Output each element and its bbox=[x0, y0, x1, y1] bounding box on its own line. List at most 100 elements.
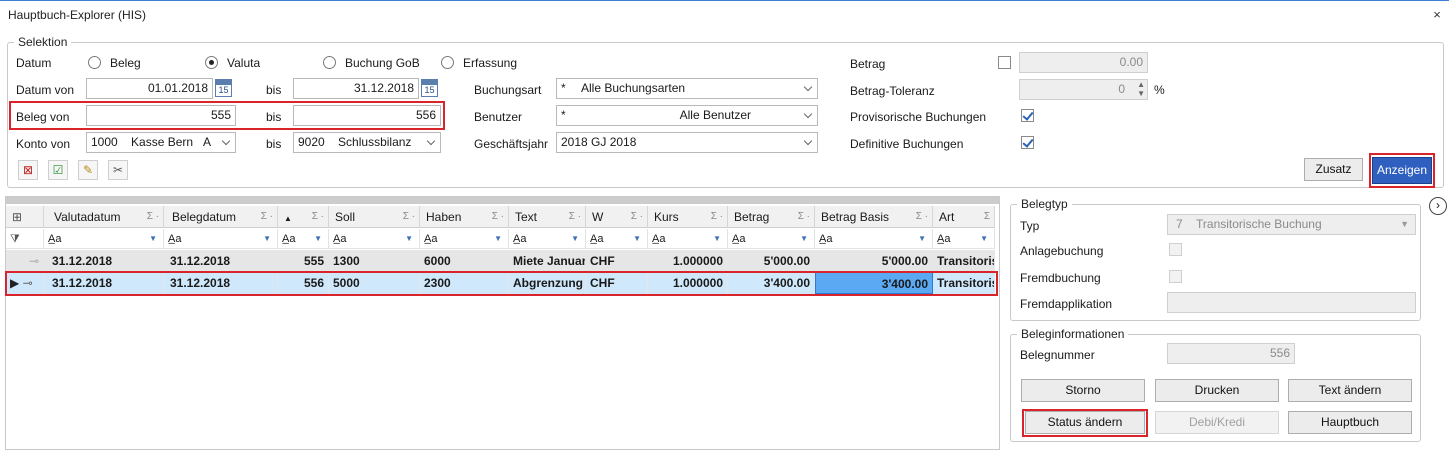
radio-erfassung-label[interactable]: Erfassung bbox=[463, 56, 517, 70]
col-betrag[interactable]: Betrag Σ · bbox=[728, 206, 815, 228]
hauptbuch-button[interactable]: Hauptbuch bbox=[1288, 411, 1412, 434]
col-betrag-basis[interactable]: Betrag Basis Σ · bbox=[815, 206, 933, 228]
cell-art[interactable]: Transitoris bbox=[933, 250, 995, 272]
sum-pin-icon[interactable]: Σ · bbox=[916, 206, 928, 227]
col-valutadatum[interactable]: Valutadatum Σ · bbox=[44, 206, 164, 228]
status-aendern-button[interactable]: Status ändern bbox=[1025, 411, 1145, 434]
geschaeftsjahr-value: 2018 GJ 2018 bbox=[561, 135, 637, 149]
column-chooser-icon[interactable]: ⊞ bbox=[6, 206, 44, 228]
col-soll[interactable]: Soll Σ · bbox=[329, 206, 420, 228]
anzeigen-button[interactable]: Anzeigen bbox=[1372, 157, 1432, 184]
sum-pin-icon[interactable]: Σ · bbox=[312, 206, 324, 227]
select-all-icon[interactable]: ☑ bbox=[48, 160, 68, 180]
filter-kurs[interactable]: A̲a ▼ bbox=[648, 229, 728, 249]
belegtyp-group-label: Belegtyp bbox=[1017, 197, 1072, 211]
filter-beleg[interactable]: A̲a ▼ bbox=[278, 229, 329, 249]
benutzer-dropdown[interactable]: * Alle Benutzer bbox=[556, 105, 818, 126]
calendar-icon[interactable]: 15 bbox=[215, 79, 232, 97]
cell-w[interactable]: CHF bbox=[586, 250, 648, 272]
sum-pin-icon[interactable]: Σ · bbox=[798, 206, 810, 227]
fremdbuchung-checkbox[interactable] bbox=[1169, 270, 1182, 283]
chevron-right-icon[interactable]: › bbox=[1429, 197, 1447, 215]
beleg-bis-field[interactable]: 556 bbox=[293, 105, 441, 126]
filter-haben[interactable]: A̲a ▼ bbox=[420, 229, 509, 249]
datum-von-field[interactable]: 01.01.2018 bbox=[86, 78, 213, 99]
belegnummer-field[interactable]: 556 bbox=[1167, 343, 1295, 364]
radio-beleg[interactable] bbox=[88, 56, 101, 69]
sum-icon[interactable]: Σ bbox=[984, 206, 990, 227]
radio-valuta[interactable] bbox=[205, 56, 218, 69]
buchungsart-label: Buchungsart bbox=[474, 83, 542, 97]
tools-icon[interactable]: ✂ bbox=[108, 160, 128, 180]
close-icon[interactable]: × bbox=[1431, 8, 1443, 21]
zusatz-button[interactable]: Zusatz bbox=[1304, 158, 1363, 181]
provisorische-checkbox[interactable] bbox=[1021, 109, 1034, 122]
filter-betrag-basis[interactable]: A̲a ▼ bbox=[815, 229, 933, 249]
cell-betrag[interactable]: 5'000.00 bbox=[728, 250, 815, 272]
grid-scrollbar-top[interactable] bbox=[6, 197, 999, 204]
anlagebuchung-label: Anlagebuchung bbox=[1020, 244, 1104, 258]
betrag-label: Betrag bbox=[850, 57, 886, 71]
buchungsart-dropdown[interactable]: * Alle Buchungsarten bbox=[556, 78, 818, 99]
col-valutadatum-label: Valutadatum bbox=[54, 210, 121, 224]
cell-belegdatum[interactable]: 31.12.2018 bbox=[164, 250, 278, 272]
filter-art[interactable]: A̲a ▼ bbox=[933, 229, 995, 249]
datum-bis-field[interactable]: 31.12.2018 bbox=[293, 78, 419, 99]
storno-button[interactable]: Storno bbox=[1021, 379, 1145, 402]
filter-text[interactable]: A̲a ▼ bbox=[509, 229, 586, 249]
drucken-button[interactable]: Drucken bbox=[1155, 379, 1279, 402]
geschaeftsjahr-label: Geschäftsjahr bbox=[474, 137, 549, 151]
clear-filter-icon[interactable]: ⊠ bbox=[18, 160, 38, 180]
sum-pin-icon[interactable]: Σ · bbox=[711, 206, 723, 227]
filter-w[interactable]: A̲a ▼ bbox=[586, 229, 648, 249]
calendar-icon[interactable]: 15 bbox=[421, 79, 438, 97]
pin-icon[interactable]: ⊸ bbox=[6, 250, 44, 272]
col-w[interactable]: W Σ · bbox=[586, 206, 648, 228]
radio-buchung-gob[interactable] bbox=[323, 56, 336, 69]
konto-von-dropdown[interactable]: 1000 Kasse Bern A bbox=[86, 132, 236, 153]
cell-kurs[interactable]: 1.000000 bbox=[648, 250, 728, 272]
betrag-toleranz-field[interactable]: 0 ▲ ▼ bbox=[1019, 79, 1148, 100]
col-beleg[interactable]: ▲ Σ · bbox=[278, 206, 329, 228]
col-text[interactable]: Text Σ · bbox=[509, 206, 586, 228]
cell-valutadatum[interactable]: 31.12.2018 bbox=[44, 250, 164, 272]
cell-soll[interactable]: 1300 bbox=[329, 250, 420, 272]
sum-pin-icon[interactable]: Σ · bbox=[147, 206, 159, 227]
cell-betrag-basis[interactable]: 5'000.00 bbox=[815, 250, 933, 272]
filter-icon[interactable]: ⧩ bbox=[6, 229, 44, 249]
konto-bis-dropdown[interactable]: 9020 Schlussbilanz bbox=[293, 132, 441, 153]
sum-pin-icon[interactable]: Σ · bbox=[569, 206, 581, 227]
radio-erfassung[interactable] bbox=[441, 56, 454, 69]
radio-valuta-label[interactable]: Valuta bbox=[227, 56, 260, 70]
spinner-icon[interactable]: ▲ ▼ bbox=[1137, 80, 1145, 98]
cell-beleg[interactable]: 555 bbox=[278, 250, 329, 272]
text-aendern-button[interactable]: Text ändern bbox=[1288, 379, 1412, 402]
col-belegdatum[interactable]: Belegdatum Σ · bbox=[164, 206, 278, 228]
radio-beleg-label[interactable]: Beleg bbox=[110, 56, 141, 70]
filter-soll[interactable]: A̲a ▼ bbox=[329, 229, 420, 249]
sum-pin-icon[interactable]: Σ · bbox=[631, 206, 643, 227]
sum-pin-icon[interactable]: Σ · bbox=[492, 206, 504, 227]
edit-icon[interactable]: ✎ bbox=[78, 160, 98, 180]
fremdapplikation-field[interactable] bbox=[1167, 292, 1416, 313]
betrag-field[interactable]: 0.00 bbox=[1019, 52, 1148, 73]
filter-valutadatum[interactable]: A̲a ▼ bbox=[44, 229, 164, 249]
cell-text[interactable]: Miete Januar bbox=[509, 250, 586, 272]
chevron-down-icon: ▼ bbox=[918, 234, 926, 243]
definitive-checkbox[interactable] bbox=[1021, 136, 1034, 149]
filter-belegdatum[interactable]: A̲a ▼ bbox=[164, 229, 278, 249]
sum-pin-icon[interactable]: Σ · bbox=[261, 206, 273, 227]
col-kurs[interactable]: Kurs Σ · bbox=[648, 206, 728, 228]
col-haben[interactable]: Haben Σ · bbox=[420, 206, 509, 228]
radio-buchung-gob-label[interactable]: Buchung GoB bbox=[345, 56, 420, 70]
col-art[interactable]: Art Σ bbox=[933, 206, 995, 228]
geschaeftsjahr-dropdown[interactable]: 2018 GJ 2018 bbox=[556, 132, 818, 153]
cell-haben[interactable]: 6000 bbox=[420, 250, 509, 272]
anlagebuchung-checkbox[interactable] bbox=[1169, 243, 1182, 256]
sort-asc-icon[interactable]: ▲ bbox=[284, 214, 292, 223]
beleg-von-field[interactable]: 555 bbox=[86, 105, 236, 126]
sum-pin-icon[interactable]: Σ · bbox=[403, 206, 415, 227]
typ-dropdown[interactable]: 7 Transitorische Buchung ▼ bbox=[1167, 214, 1416, 235]
betrag-checkbox[interactable] bbox=[998, 56, 1011, 69]
filter-betrag[interactable]: A̲a ▼ bbox=[728, 229, 815, 249]
